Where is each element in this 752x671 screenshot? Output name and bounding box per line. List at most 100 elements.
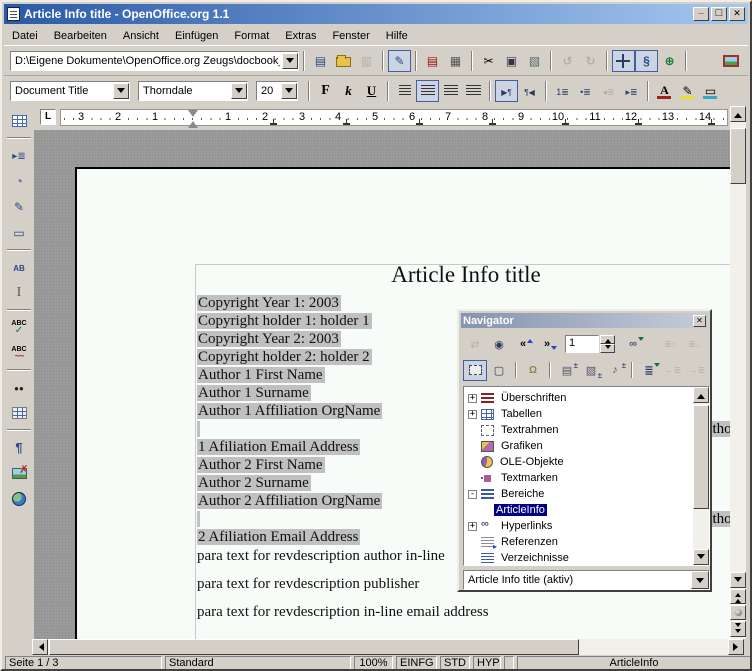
next-page-button[interactable] <box>730 621 746 637</box>
field-line[interactable]: 2 Afiliation Email Address <box>197 529 360 545</box>
page-number-spinner[interactable]: 1 <box>565 335 615 353</box>
tree-item-ueberschriften[interactable]: + Überschriften <box>468 390 709 406</box>
gallery-button[interactable] <box>719 50 742 72</box>
nonprinting-characters-button[interactable] <box>8 436 31 458</box>
paragraph-line[interactable]: para text for revdescription in-line ema… <box>197 603 537 621</box>
demote-level-button[interactable] <box>685 360 709 381</box>
undo-button[interactable] <box>556 50 579 72</box>
status-selection-mode[interactable]: STD <box>440 656 470 670</box>
field-line[interactable] <box>197 421 200 437</box>
open-button[interactable] <box>332 50 355 72</box>
tree-item-textrahmen[interactable]: Textrahmen <box>468 422 709 438</box>
field-line[interactable]: Author 1 Surname <box>197 385 311 401</box>
tab-stop-marker[interactable] <box>562 120 569 125</box>
align-center-button[interactable] <box>416 80 439 102</box>
navigator-window[interactable]: Navigator 1 <box>457 309 712 592</box>
tree-item-bereiche[interactable]: - Bereiche <box>468 486 709 502</box>
scroll-down-button[interactable] <box>730 572 746 588</box>
expander-box[interactable]: + <box>468 522 477 531</box>
status-page-number[interactable]: Seite 1 / 3 <box>5 656 162 670</box>
field-line[interactable]: Copyright Year 1: 2003 <box>197 295 341 311</box>
menu-fenster[interactable]: Fenster <box>324 28 377 44</box>
status-page-style[interactable]: Standard <box>165 656 351 670</box>
insert-table-button[interactable] <box>8 110 31 132</box>
url-dropdown-button[interactable] <box>282 53 298 69</box>
navigator-toggle-button[interactable] <box>612 50 635 72</box>
tab-type-selector[interactable]: L <box>40 109 56 125</box>
promote-chapter-button[interactable] <box>658 334 682 355</box>
previous-button[interactable] <box>511 334 535 355</box>
tree-item-grafiken[interactable]: Grafiken <box>468 438 709 454</box>
expander-box[interactable]: + <box>468 410 477 419</box>
drag-mode-button[interactable] <box>621 334 645 355</box>
bold-button[interactable]: F <box>314 80 337 102</box>
paste-button[interactable] <box>523 50 546 72</box>
footer-button[interactable] <box>579 360 603 381</box>
cut-button[interactable] <box>477 50 500 72</box>
document-selector-dropdown[interactable]: Article Info title (aktiv) <box>463 570 710 590</box>
tree-item-textmarken[interactable]: Textmarken <box>468 470 709 486</box>
menu-ansicht[interactable]: Ansicht <box>115 28 167 44</box>
new-document-button[interactable] <box>309 50 332 72</box>
data-sources-button[interactable] <box>8 402 31 424</box>
scroll-up-button[interactable] <box>730 106 746 122</box>
menu-format[interactable]: Format <box>226 28 277 44</box>
url-combobox[interactable]: D:\Eigene Dokumente\OpenOffice.org Zeugs… <box>10 51 299 71</box>
scroll-right-button[interactable] <box>728 639 744 655</box>
master-view-toggle-button[interactable] <box>463 334 487 355</box>
tab-stop-marker[interactable] <box>270 120 277 125</box>
tree-item-tabellen[interactable]: + Tabellen <box>468 406 709 422</box>
tree-item-referenzen[interactable]: Referenzen <box>468 534 709 550</box>
title-bar[interactable]: Article Info title - OpenOffice.org 1.1 <box>4 4 748 24</box>
tree-scroll-thumb[interactable] <box>693 405 709 509</box>
expander-box[interactable]: + <box>468 394 477 403</box>
field-line[interactable]: Copyright holder 2: holder 2 <box>197 349 372 365</box>
copy-button[interactable] <box>500 50 523 72</box>
online-layout-button[interactable] <box>8 488 31 510</box>
field-line[interactable] <box>197 511 200 527</box>
draw-functions-button[interactable] <box>8 196 31 218</box>
size-dropdown-button[interactable] <box>281 83 297 99</box>
auto-spellcheck-button[interactable] <box>8 342 31 364</box>
ltr-button[interactable] <box>495 80 518 102</box>
anchor-button[interactable] <box>521 360 545 381</box>
status-hyperlink-mode[interactable]: HYP <box>473 656 501 670</box>
tab-stop-marker[interactable] <box>343 120 350 125</box>
anchor-text-button[interactable] <box>603 360 627 381</box>
hyperlink-dialog-button[interactable] <box>658 50 681 72</box>
tree-item-hyperlinks[interactable]: + Hyperlinks <box>468 518 709 534</box>
field-line[interactable]: 1 Afiliation Email Address <box>197 439 360 455</box>
field-line[interactable]: Author 1 First Name <box>197 367 325 383</box>
menu-bearbeiten[interactable]: Bearbeiten <box>46 28 115 44</box>
navigation-button[interactable] <box>487 334 511 355</box>
expander-box[interactable]: - <box>468 490 477 499</box>
maximize-button[interactable] <box>711 7 727 21</box>
font-size-combobox[interactable]: 20 <box>256 81 298 101</box>
redo-button[interactable] <box>579 50 602 72</box>
page-number-value[interactable]: 1 <box>565 335 599 353</box>
tab-stop-marker[interactable] <box>489 120 496 125</box>
demote-chapter-button[interactable] <box>682 334 706 355</box>
field-line[interactable]: Author 2 Affiliation OrgName <box>197 493 382 509</box>
find-replace-button[interactable] <box>8 376 31 398</box>
spellcheck-button[interactable] <box>8 316 31 338</box>
align-right-button[interactable] <box>439 80 462 102</box>
horizontal-ruler[interactable]: 3 2 1 1 2 3 4 5 6 7 8 9 10 11 12 13 14 <box>60 109 728 126</box>
horizontal-scroll-thumb[interactable] <box>49 639 579 655</box>
rtl-button[interactable] <box>518 80 541 102</box>
tree-item-ole-objekte[interactable]: OLE-Objekte <box>468 454 709 470</box>
align-justify-button[interactable] <box>462 80 485 102</box>
direct-cursor-button[interactable] <box>8 282 31 304</box>
tree-item-verzeichnisse[interactable]: Verzeichnisse <box>468 550 709 566</box>
tree-item-articleinfo[interactable]: ArticleInfo <box>481 502 709 518</box>
font-color-button[interactable] <box>653 80 676 102</box>
paragraph-background-button[interactable] <box>699 80 722 102</box>
tab-stop-marker[interactable] <box>635 120 642 125</box>
set-reminder-button[interactable] <box>487 360 511 381</box>
align-left-button[interactable] <box>393 80 416 102</box>
print-button[interactable] <box>444 50 467 72</box>
autotext-button[interactable] <box>8 256 31 278</box>
decrease-indent-button[interactable] <box>597 80 620 102</box>
spin-down-button[interactable] <box>600 344 615 353</box>
navigator-title-bar[interactable]: Navigator <box>461 313 708 328</box>
